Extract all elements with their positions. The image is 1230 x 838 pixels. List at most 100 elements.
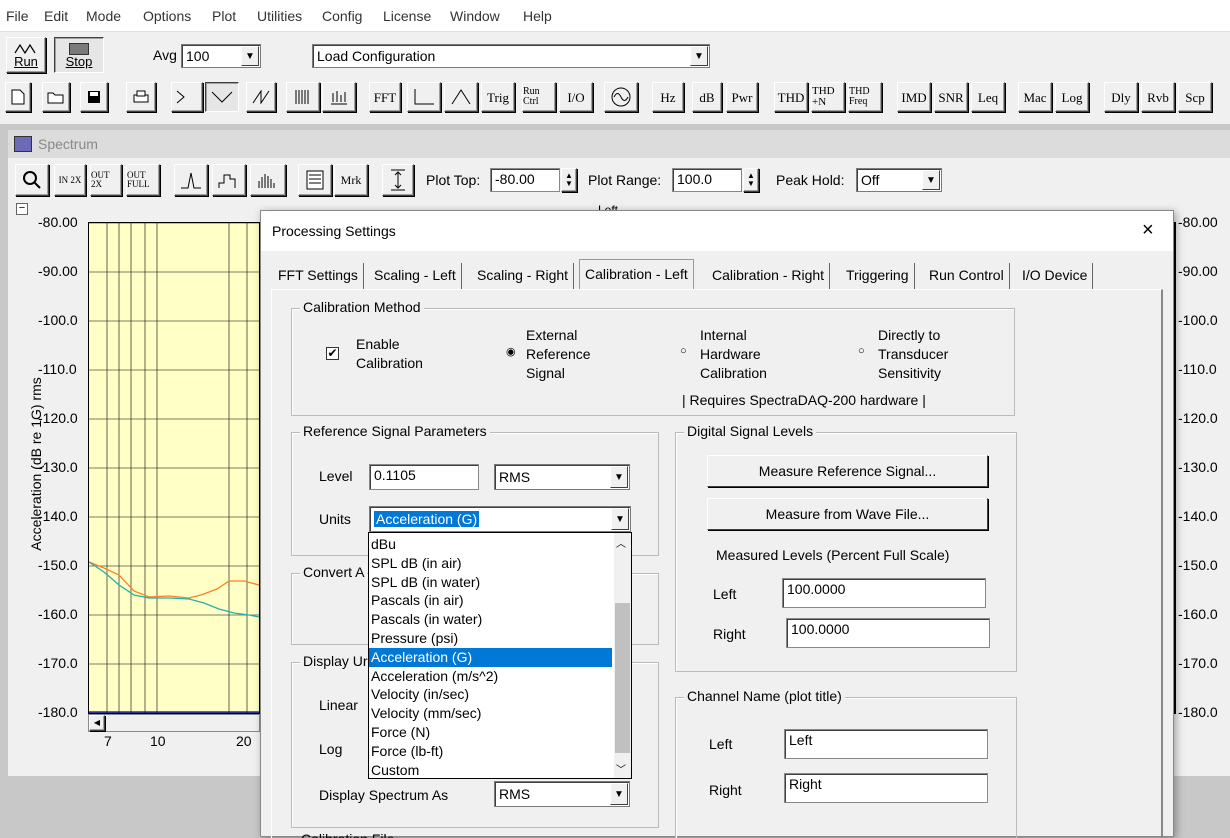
- measured-left-input[interactable]: 100.0000: [782, 578, 986, 608]
- scroll-thumb[interactable]: [615, 603, 630, 753]
- io-button[interactable]: I/O: [559, 82, 593, 112]
- 3d-plot-icon[interactable]: [322, 82, 356, 112]
- units-option[interactable]: dBu: [369, 535, 612, 554]
- leq-button[interactable]: Leq: [971, 82, 1005, 112]
- horizontal-scrollbar[interactable]: ◀: [88, 714, 260, 732]
- radio-direct[interactable]: ○: [858, 345, 865, 357]
- dly-button[interactable]: Dly: [1104, 82, 1138, 112]
- tab-fft-settings[interactable]: FFT Settings: [273, 263, 364, 289]
- rvb-button[interactable]: Rvb: [1141, 82, 1175, 112]
- enable-calibration-checkbox[interactable]: ✔: [326, 347, 339, 360]
- run-ctrl-button[interactable]: Run Ctrl: [522, 82, 556, 112]
- zoom-out-2x-button[interactable]: OUT 2X: [90, 164, 122, 196]
- units-option[interactable]: Pascals (in air): [369, 591, 612, 610]
- units-option[interactable]: Custom: [369, 761, 612, 780]
- plot-top-input[interactable]: -80.00: [490, 168, 560, 192]
- zoom-out-full-button[interactable]: OUT FULL: [126, 164, 160, 196]
- tab-io-device[interactable]: I/O Device: [1017, 263, 1094, 289]
- print-icon[interactable]: [126, 82, 156, 112]
- tab-run-control[interactable]: Run Control: [924, 263, 1010, 289]
- units-option[interactable]: Velocity (in/sec): [369, 685, 612, 704]
- units-option[interactable]: SPL dB (in air): [369, 554, 612, 573]
- imd-button[interactable]: IMD: [897, 82, 931, 112]
- plot-range-spinner[interactable]: ▲ ▼: [743, 168, 759, 192]
- level-input[interactable]: 0.1105: [369, 464, 479, 490]
- units-option[interactable]: Force (N): [369, 723, 612, 742]
- radio-internal[interactable]: ○: [680, 345, 687, 357]
- range-icon[interactable]: [382, 164, 414, 196]
- fast-forward-icon[interactable]: [171, 82, 203, 112]
- units-option[interactable]: Pressure (psi): [369, 629, 612, 648]
- scroll-left-icon[interactable]: ◀: [89, 715, 105, 731]
- fft-button[interactable]: FFT: [369, 82, 401, 112]
- step-plot-icon[interactable]: [212, 164, 246, 196]
- scroll-down-icon[interactable]: ﹀: [616, 761, 626, 776]
- display-spectrum-as-select[interactable]: RMS ▼: [494, 781, 630, 807]
- units-option[interactable]: Acceleration (G): [369, 647, 612, 667]
- snr-button[interactable]: SNR: [934, 82, 968, 112]
- level-unit-select[interactable]: RMS ▼: [494, 464, 630, 490]
- channel-left-input[interactable]: Left: [784, 729, 988, 759]
- compare-icon[interactable]: [205, 82, 239, 112]
- avg-select[interactable]: 100 ▼: [181, 44, 261, 68]
- menu-config[interactable]: Config: [322, 8, 362, 24]
- tab-scaling-left[interactable]: Scaling - Left: [369, 263, 462, 289]
- units-select[interactable]: Acceleration (G) ▼: [369, 506, 631, 532]
- thd-button[interactable]: THD: [774, 82, 808, 112]
- tab-scaling-right[interactable]: Scaling - Right: [472, 263, 575, 289]
- save-icon[interactable]: [80, 82, 108, 112]
- bar-plot-icon[interactable]: [250, 164, 286, 196]
- run-button[interactable]: Run: [6, 37, 46, 73]
- stop-button[interactable]: Stop: [54, 37, 104, 73]
- plot-range-input[interactable]: 100.0: [672, 168, 742, 192]
- tab-calibration-left[interactable]: Calibration - Left: [579, 259, 694, 289]
- tab-calibration-right[interactable]: Calibration - Right: [707, 263, 831, 289]
- menu-options[interactable]: Options: [143, 8, 191, 24]
- units-dropdown-list[interactable]: dBu SPL dB (in air) SPL dB (in water) Pasca…: [368, 532, 632, 779]
- ramp-icon[interactable]: [246, 82, 276, 112]
- line-plot-icon[interactable]: [174, 164, 208, 196]
- marker-button[interactable]: Mrk: [334, 164, 368, 196]
- scp-button[interactable]: Scp: [1178, 82, 1212, 112]
- units-option[interactable]: Acceleration (m/s^2): [369, 667, 612, 686]
- peak-icon[interactable]: [444, 82, 478, 112]
- menu-edit[interactable]: Edit: [44, 8, 68, 24]
- close-icon[interactable]: ×: [1142, 219, 1154, 242]
- menu-file[interactable]: File: [6, 8, 29, 24]
- log-button[interactable]: Log: [1055, 82, 1089, 112]
- menu-plot[interactable]: Plot: [212, 8, 236, 24]
- hz-button[interactable]: Hz: [652, 82, 684, 112]
- thd-freq-button[interactable]: THD Freq: [848, 82, 882, 112]
- plot-top-spinner[interactable]: ▲ ▼: [561, 168, 577, 192]
- dropdown-scrollbar[interactable]: ︿ ﹀: [614, 533, 631, 778]
- menu-license[interactable]: License: [383, 8, 431, 24]
- radio-external-selected[interactable]: ◉: [506, 345, 516, 358]
- collapse-icon[interactable]: −: [16, 203, 28, 215]
- measure-reference-button[interactable]: Measure Reference Signal...: [707, 455, 988, 487]
- db-button[interactable]: dB: [692, 82, 722, 112]
- units-option[interactable]: Force (lb-ft): [369, 742, 612, 761]
- mac-button[interactable]: Mac: [1018, 82, 1052, 112]
- units-option[interactable]: Velocity (mm/sec): [369, 704, 612, 723]
- menu-help[interactable]: Help: [523, 8, 552, 24]
- zoom-in-2x-button[interactable]: IN 2X: [54, 164, 86, 196]
- zoom-icon[interactable]: [15, 164, 49, 196]
- scroll-up-icon[interactable]: ︿: [616, 535, 626, 550]
- peak-hold-select[interactable]: Off ▼: [856, 168, 942, 192]
- new-file-icon[interactable]: [5, 82, 31, 112]
- config-select[interactable]: Load Configuration ▼: [312, 44, 710, 68]
- table-icon[interactable]: [298, 164, 332, 196]
- menu-window[interactable]: Window: [450, 8, 500, 24]
- signal-generator-icon[interactable]: [604, 82, 638, 112]
- menu-utilities[interactable]: Utilities: [257, 8, 302, 24]
- open-folder-icon[interactable]: [42, 82, 70, 112]
- units-option[interactable]: Pascals (in water): [369, 610, 612, 629]
- measured-right-input[interactable]: 100.0000: [786, 618, 990, 648]
- thdn-button[interactable]: THD +N: [811, 82, 845, 112]
- tab-triggering[interactable]: Triggering: [841, 263, 915, 289]
- scale-icon[interactable]: [407, 82, 441, 112]
- pwr-button[interactable]: Pwr: [726, 82, 758, 112]
- trig-button[interactable]: Trig: [481, 82, 515, 112]
- units-option[interactable]: SPL dB (in water): [369, 573, 612, 592]
- menu-mode[interactable]: Mode: [86, 8, 121, 24]
